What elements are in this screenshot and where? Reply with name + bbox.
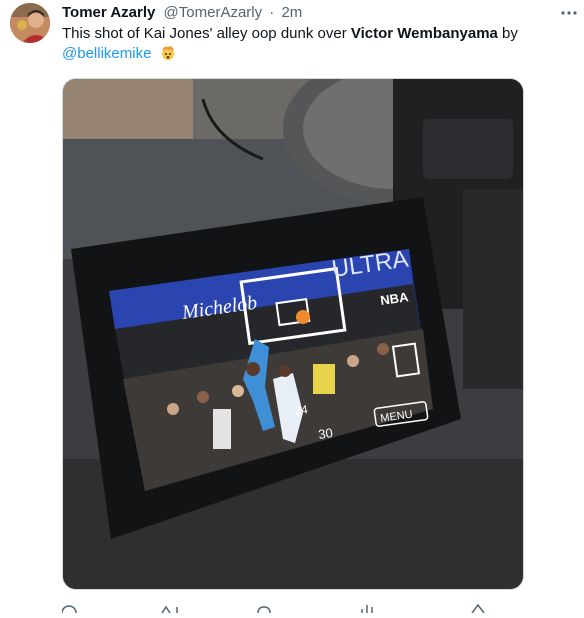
separator: ·	[269, 4, 275, 21]
avatar[interactable]	[10, 3, 50, 43]
author-handle[interactable]: @TomerAzarly	[164, 4, 263, 21]
tweet-text-bold: Victor Wembanyama	[350, 25, 498, 42]
action-bar	[61, 600, 572, 614]
tweet: Tomer Azarly @TomerAzarly · 2m This shot…	[0, 0, 584, 614]
mention-link[interactable]: @bellikemike	[62, 45, 151, 62]
heart-icon[interactable]	[257, 606, 271, 614]
tweet-text-part1: This shot of Kai Jones' alley oop dunk o…	[62, 25, 351, 42]
tweet-time[interactable]: 2m	[281, 4, 302, 21]
tweet-text: This shot of Kai Jones' alley oop dunk o…	[62, 24, 562, 64]
share-icon[interactable]	[471, 603, 485, 614]
jersey-left-number: 24	[293, 402, 308, 418]
views-icon[interactable]	[361, 605, 373, 613]
jersey-right-number: 30	[317, 425, 333, 442]
tweet-header: Tomer Azarly @TomerAzarly · 2m	[62, 3, 302, 23]
tweet-text-part2: by	[497, 25, 518, 42]
author-name[interactable]: Tomer Azarly	[62, 4, 155, 21]
exploding-head-emoji	[160, 45, 176, 61]
tweet-media[interactable]: ULTRA Michelob NBA 24 30 MENU	[62, 78, 524, 590]
more-dots-icon[interactable]	[560, 4, 578, 22]
retweet-icon[interactable]	[161, 605, 178, 614]
